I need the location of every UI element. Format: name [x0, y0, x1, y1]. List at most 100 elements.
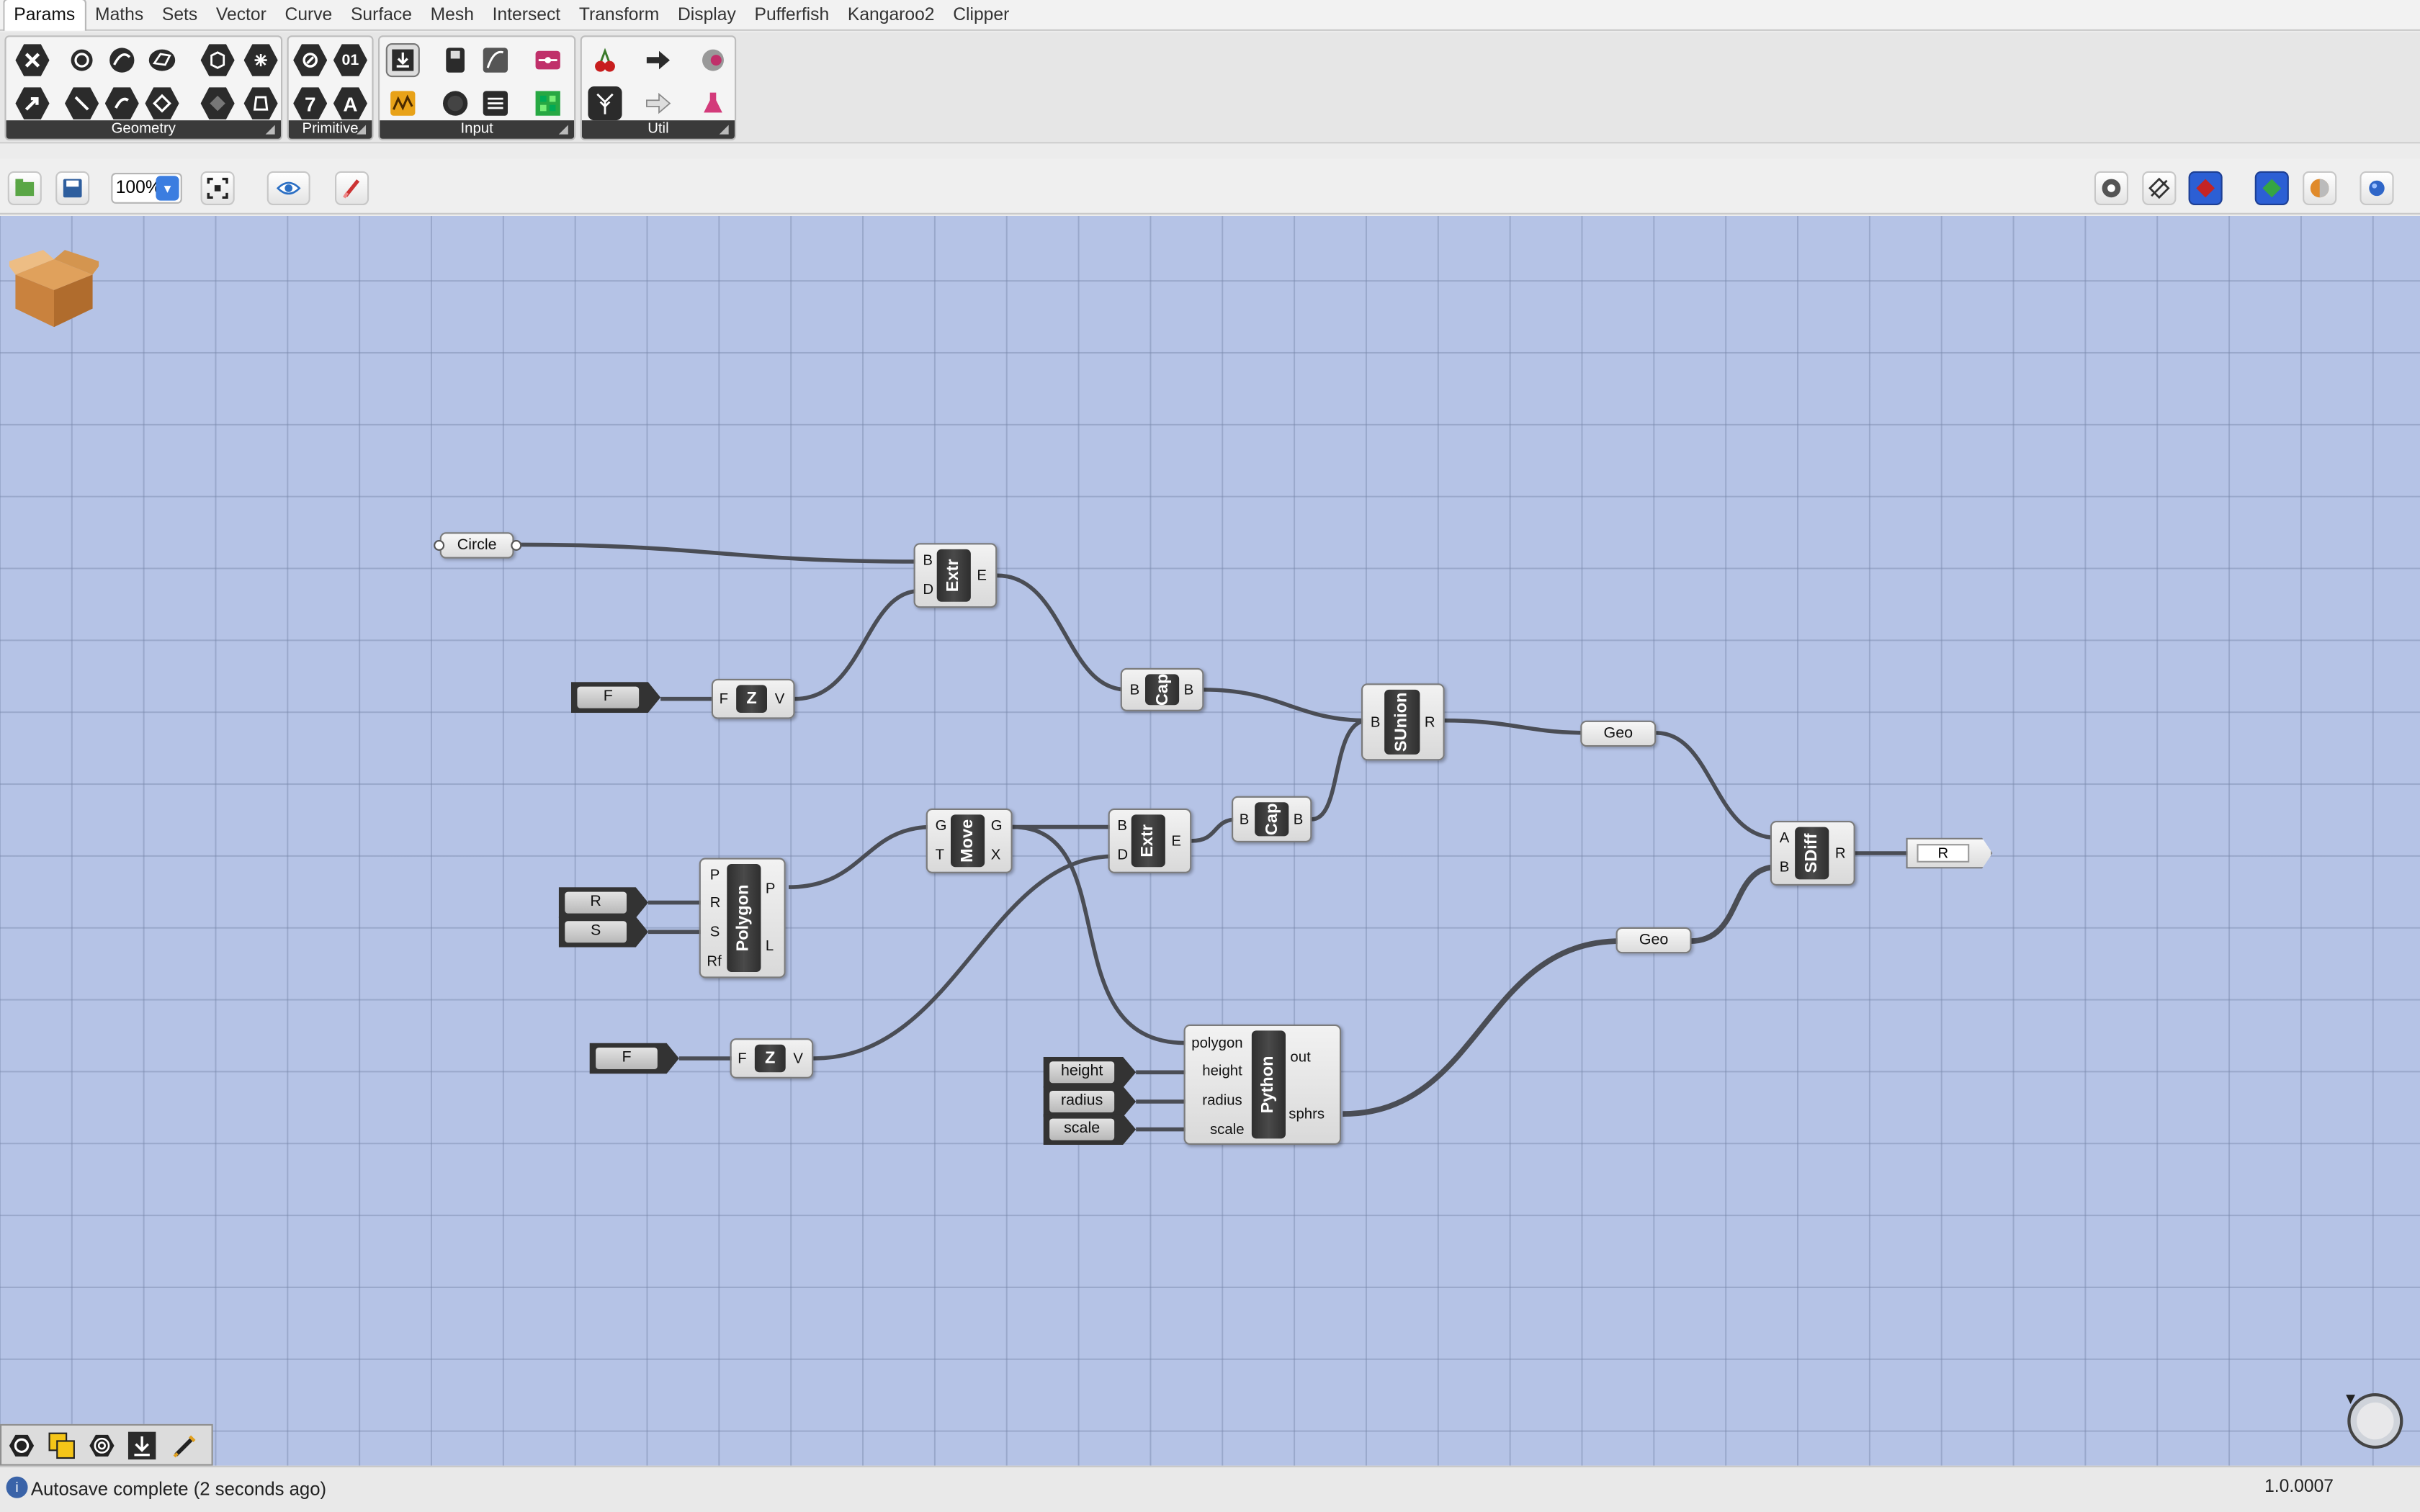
hexagon-icon[interactable]: [8, 1432, 36, 1460]
tab-mesh[interactable]: Mesh: [421, 0, 483, 30]
tab-surface[interactable]: Surface: [341, 0, 421, 30]
line-icon[interactable]: [65, 87, 99, 120]
port-label[interactable]: V: [775, 691, 785, 710]
port-label[interactable]: F: [738, 1050, 746, 1069]
port-label[interactable]: G: [936, 818, 947, 837]
wire-icon[interactable]: [145, 87, 179, 120]
preview-off-icon[interactable]: [2094, 171, 2128, 205]
number-slider-s[interactable]: S: [558, 916, 648, 948]
pencil-icon[interactable]: [171, 1432, 200, 1460]
tab-pufferfish[interactable]: Pufferfish: [745, 0, 838, 30]
expand-icon[interactable]: ◢: [357, 122, 369, 137]
tab-vector[interactable]: Vector: [207, 0, 276, 30]
save-icon[interactable]: [55, 171, 90, 205]
port-label[interactable]: B: [923, 552, 933, 571]
chevron-down-icon[interactable]: ▾: [156, 176, 179, 201]
port-label[interactable]: B: [1240, 811, 1250, 830]
port-label[interactable]: F: [720, 691, 728, 710]
close-icon[interactable]: [15, 44, 50, 76]
sketch-brush-icon[interactable]: [335, 171, 369, 205]
port-label[interactable]: height: [1202, 1063, 1242, 1081]
tab-clipper[interactable]: Clipper: [944, 0, 1018, 30]
port-label[interactable]: E: [1171, 833, 1181, 852]
display-selected-icon[interactable]: [2254, 171, 2289, 205]
preview-eye-icon[interactable]: [266, 171, 310, 205]
port-label[interactable]: B: [1294, 811, 1304, 830]
port-label[interactable]: S: [710, 924, 720, 943]
circle-icon[interactable]: [65, 43, 99, 77]
download-small-icon[interactable]: [127, 1431, 156, 1460]
tab-intersect[interactable]: Intersect: [483, 0, 570, 30]
output-param-r[interactable]: R: [1906, 837, 1993, 869]
port-label[interactable]: T: [936, 847, 944, 865]
port-label[interactable]: B: [1371, 714, 1381, 733]
number-slider-height[interactable]: height: [1043, 1056, 1137, 1088]
param-geo-2[interactable]: Geo: [1615, 927, 1692, 954]
port-label[interactable]: X: [991, 847, 1001, 865]
component-move[interactable]: Move G T G X: [926, 808, 1013, 873]
brep-icon[interactable]: [104, 87, 139, 120]
target-icon[interactable]: [88, 1432, 116, 1460]
port-label[interactable]: radius: [1202, 1092, 1242, 1111]
box-icon[interactable]: [200, 44, 235, 76]
port-label[interactable]: A: [1780, 830, 1790, 849]
port-label[interactable]: out: [1290, 1049, 1310, 1068]
component-polygon[interactable]: Polygon P R S Rf P L: [699, 858, 786, 978]
port-dot[interactable]: [434, 540, 445, 551]
number-slider-f1[interactable]: F: [570, 682, 661, 713]
zoom-extents-icon[interactable]: [200, 171, 235, 205]
tree-icon[interactable]: [588, 86, 622, 121]
port-label[interactable]: D: [1117, 847, 1128, 865]
chart-icon[interactable]: [386, 86, 420, 120]
number-slider-scale[interactable]: scale: [1043, 1114, 1137, 1145]
arrow-dark-icon[interactable]: [640, 43, 674, 77]
text-icon[interactable]: A: [333, 87, 367, 120]
component-extr-1[interactable]: Extr B D E: [913, 543, 998, 608]
number-slider-f2[interactable]: F: [589, 1043, 679, 1074]
port-label[interactable]: P: [710, 867, 720, 886]
component-unit-z-2[interactable]: Z F V: [730, 1038, 814, 1079]
number-slider-radius[interactable]: radius: [1043, 1086, 1137, 1117]
panel-icon[interactable]: [439, 43, 472, 77]
preview-wire-icon[interactable]: [2142, 171, 2177, 205]
expand-icon[interactable]: ◢: [720, 122, 732, 137]
arrow-light-icon[interactable]: [640, 86, 674, 120]
list-icon[interactable]: [478, 86, 512, 120]
slider-icon[interactable]: [531, 43, 565, 77]
port-label[interactable]: Rf: [707, 953, 721, 972]
transform-icon[interactable]: [200, 87, 235, 120]
param-circle[interactable]: Circle: [439, 532, 514, 559]
port-label[interactable]: B: [1130, 682, 1140, 701]
component-solid-difference[interactable]: SDiff A B R: [1770, 821, 1855, 886]
expand-icon[interactable]: ◢: [266, 122, 278, 137]
navigation-compass-icon[interactable]: [2343, 1389, 2405, 1451]
port-label[interactable]: V: [793, 1050, 803, 1069]
component-extr-2[interactable]: Extr B D E: [1108, 808, 1192, 873]
integer-icon[interactable]: 01: [333, 44, 367, 76]
zoom-dropdown[interactable]: 100% ▾: [111, 173, 182, 204]
preview-shaded-icon[interactable]: [2188, 171, 2223, 205]
port-label[interactable]: B: [1184, 682, 1194, 701]
component-cap-1[interactable]: Cap B B: [1120, 667, 1204, 711]
render-icon[interactable]: [2303, 171, 2337, 205]
port-label[interactable]: sphrs: [1289, 1106, 1325, 1125]
matrix-icon[interactable]: [531, 86, 565, 120]
field-icon[interactable]: [243, 87, 278, 120]
tab-kangaroo2[interactable]: Kangaroo2: [838, 0, 944, 30]
flask-icon[interactable]: [696, 86, 730, 120]
graph-icon[interactable]: [478, 43, 512, 77]
port-label[interactable]: G: [991, 818, 1003, 837]
component-python-script[interactable]: Python polygon height radius scale out s…: [1183, 1024, 1342, 1145]
sphere-icon[interactable]: [2360, 171, 2394, 205]
open-icon[interactable]: [7, 171, 42, 205]
tab-maths[interactable]: Maths: [86, 0, 153, 30]
port-label[interactable]: R: [1835, 845, 1846, 864]
port-label[interactable]: polygon: [1191, 1035, 1242, 1054]
port-label[interactable]: B: [1780, 860, 1790, 878]
canvas[interactable]: Circle Extr B D E F Z F V Cap B B SUnion…: [0, 216, 2420, 1466]
tab-transform[interactable]: Transform: [570, 0, 668, 30]
port-dot[interactable]: [511, 540, 522, 551]
number-icon[interactable]: 7: [293, 87, 328, 120]
component-cap-2[interactable]: Cap B B: [1232, 796, 1312, 842]
download-icon[interactable]: [385, 43, 420, 78]
